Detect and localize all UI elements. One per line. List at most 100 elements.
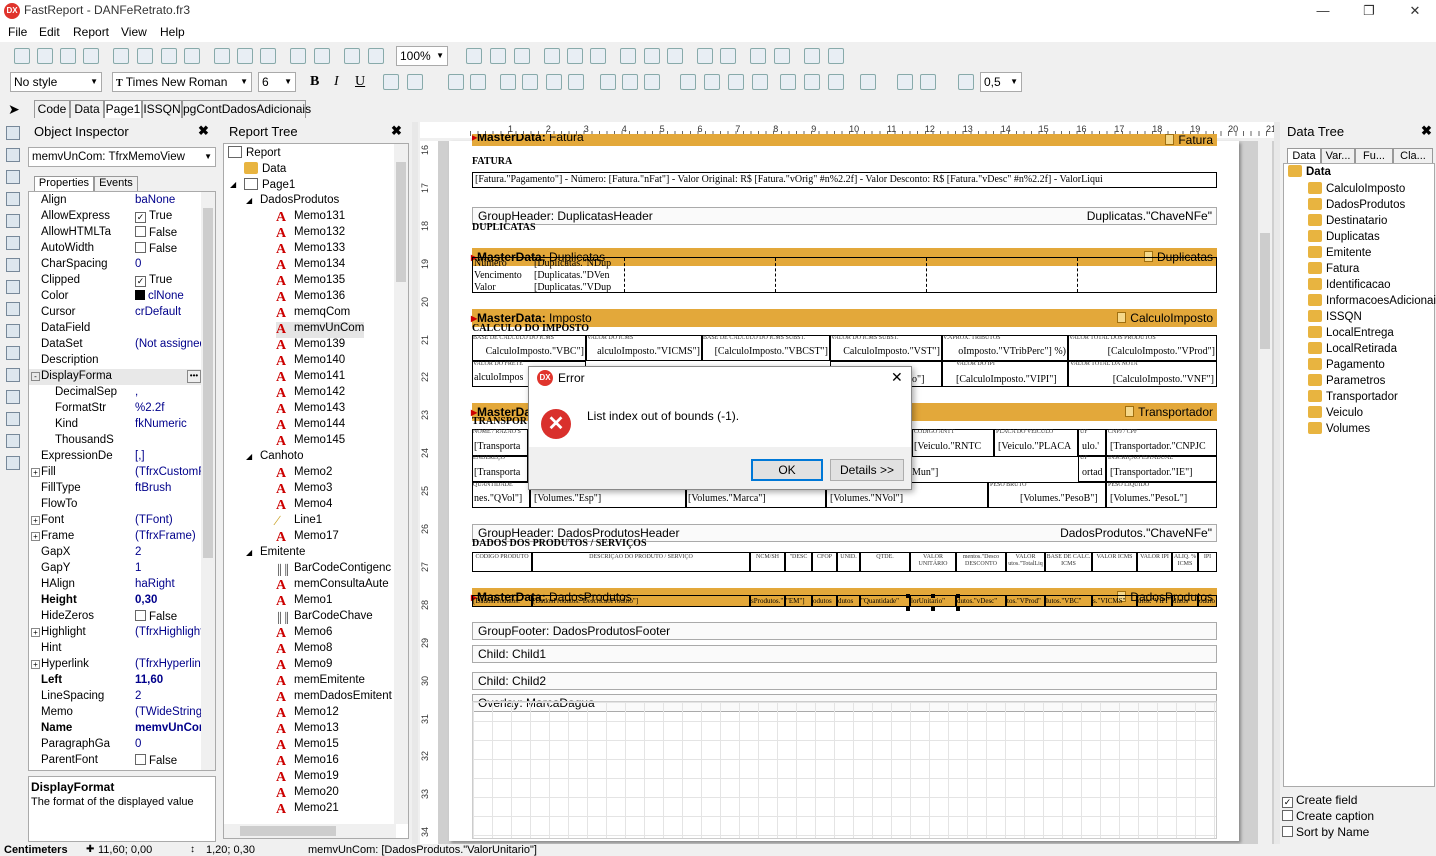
selection-handle[interactable] bbox=[906, 607, 910, 611]
splitter-right[interactable] bbox=[1274, 122, 1280, 844]
dataset-item[interactable]: Identificacao bbox=[1308, 278, 1391, 294]
transp-head[interactable]: PESO LÍQUIDO bbox=[1108, 482, 1216, 488]
produto-value[interactable]: "Quantidade" bbox=[861, 596, 909, 606]
dialog-close-icon[interactable]: ✕ bbox=[891, 369, 903, 386]
maximize-icon[interactable]: ❐ bbox=[1346, 0, 1392, 22]
tree-item[interactable]: AmemvUnCom bbox=[276, 322, 365, 338]
tree-item[interactable]: ◢ Canhoto bbox=[246, 450, 303, 466]
imposto-value[interactable]: CalculoImposto."VST"] bbox=[832, 346, 940, 357]
transp-value[interactable]: [Veiculo."RNTC bbox=[914, 441, 994, 452]
property-row[interactable]: Color clNone bbox=[29, 289, 215, 305]
tree-item[interactable]: A Memo15 bbox=[276, 738, 339, 754]
imposto-value[interactable]: alculoImposto."VICMS"] bbox=[588, 346, 700, 357]
tree-item[interactable]: A Memo4 bbox=[276, 498, 332, 514]
property-row[interactable]: + Frame (TfrxFrame) bbox=[29, 529, 215, 545]
ole-icon[interactable] bbox=[6, 390, 20, 404]
produto-head[interactable]: UNID. bbox=[838, 554, 859, 561]
close-window-icon[interactable]: ✕ bbox=[1392, 0, 1436, 22]
tab-properties[interactable]: Properties bbox=[34, 176, 94, 191]
property-row[interactable]: AllowHTMLTa False bbox=[29, 225, 215, 241]
property-value[interactable]: 0 bbox=[135, 258, 141, 270]
tree-item[interactable]: A Memo145 bbox=[276, 434, 345, 450]
collapse-icon[interactable]: ◢ bbox=[230, 180, 236, 189]
tree-item[interactable]: A Memo2 bbox=[276, 466, 332, 482]
dataset-item[interactable]: CalculoImposto bbox=[1308, 182, 1405, 198]
produto-head[interactable]: CÓDIGO PRODUTO bbox=[473, 554, 531, 561]
select-tool-icon[interactable]: ➤ bbox=[8, 101, 20, 118]
dataset-item[interactable]: Emitente bbox=[1308, 246, 1371, 262]
property-value[interactable]: 0 bbox=[135, 738, 141, 750]
checkbox-icon[interactable] bbox=[135, 242, 146, 253]
property-value[interactable]: 0,30 bbox=[135, 594, 157, 606]
property-value[interactable]: ftBrush bbox=[135, 482, 171, 494]
center-h-icon[interactable] bbox=[750, 48, 766, 64]
text-align-right-icon[interactable] bbox=[546, 74, 562, 90]
expand-icon[interactable]: + bbox=[31, 532, 40, 541]
dataset-item[interactable]: InformacoesAdicionais bbox=[1308, 294, 1436, 310]
selection-handle[interactable] bbox=[956, 594, 960, 598]
checkbox-icon[interactable]: ✓ bbox=[1282, 797, 1293, 808]
line-width-combo[interactable]: 0,5 ▼ bbox=[980, 72, 1022, 92]
valign-top-icon[interactable] bbox=[600, 74, 616, 90]
property-row[interactable]: FormatStr %2.2f bbox=[29, 401, 215, 417]
menu-help[interactable]: Help bbox=[160, 25, 185, 39]
transp-head[interactable]: PESO BRUTO bbox=[990, 482, 1070, 488]
imposto-head[interactable]: BASE DE CÁLCULO DO ICMS bbox=[473, 335, 585, 341]
property-row[interactable]: HAlign haRight bbox=[29, 577, 215, 593]
minimize-icon[interactable]: — bbox=[1300, 0, 1346, 22]
property-row[interactable]: FillType ftBrush bbox=[29, 481, 215, 497]
center-v-icon[interactable] bbox=[774, 48, 790, 64]
tree-item[interactable]: A Memo21 bbox=[276, 802, 339, 818]
tree-item[interactable]: ∕ Line1 bbox=[276, 514, 322, 530]
property-value[interactable]: (Not assigned) bbox=[135, 338, 210, 350]
property-row[interactable]: + Highlight (TfrxHighlight) bbox=[29, 625, 215, 641]
checkbox-icon[interactable]: ✓ bbox=[135, 276, 146, 287]
tree-item[interactable]: A Memo131 bbox=[276, 210, 345, 226]
tree-item[interactable]: Data bbox=[244, 162, 286, 178]
redo-icon[interactable] bbox=[314, 48, 330, 64]
imposto-value[interactable]: o"] bbox=[912, 374, 938, 385]
dataset-item[interactable]: LocalEntrega bbox=[1308, 326, 1394, 342]
property-value[interactable]: 1 bbox=[135, 562, 141, 574]
tab-page1[interactable]: Page1 bbox=[104, 100, 142, 118]
menu-edit[interactable]: Edit bbox=[39, 25, 60, 39]
produto-value[interactable]: dutos bbox=[1173, 596, 1197, 606]
checkbox-icon[interactable]: ✓ bbox=[135, 212, 146, 223]
property-row[interactable]: GapY 1 bbox=[29, 561, 215, 577]
dup-value[interactable]: [Duplicatas."DVen bbox=[534, 270, 620, 281]
fill-color-icon[interactable] bbox=[860, 74, 876, 90]
align-center-icon[interactable] bbox=[567, 48, 583, 64]
frame-left-icon[interactable] bbox=[728, 74, 744, 90]
hand-tool-icon[interactable] bbox=[6, 126, 20, 140]
imposto-head[interactable]: VALOR DO IPI bbox=[956, 361, 1066, 367]
tree-item[interactable]: AmemConsultaAute bbox=[276, 578, 389, 594]
tree-item[interactable]: AmemDadosEmitent bbox=[276, 690, 392, 706]
transp-value[interactable]: [Volumes."PesoB"] bbox=[1020, 493, 1104, 504]
menu-file[interactable]: File bbox=[8, 25, 27, 39]
tree-item[interactable]: A Memo19 bbox=[276, 770, 339, 786]
frame-color-icon[interactable] bbox=[897, 74, 913, 90]
tree-item[interactable]: ◢ Emitente bbox=[246, 546, 305, 562]
imposto-head[interactable]: VALOR TOTAL DA NOTA bbox=[1070, 361, 1210, 367]
produto-head[interactable]: CFOP bbox=[813, 554, 836, 561]
property-value[interactable]: fkNumeric bbox=[135, 418, 187, 430]
transp-head[interactable]: PLACA DO VEÍCULO bbox=[996, 429, 1076, 435]
data-tree-tab[interactable]: Data bbox=[1287, 148, 1321, 164]
rotate-icon[interactable] bbox=[470, 74, 486, 90]
produto-head[interactable]: IPI bbox=[1199, 554, 1216, 561]
splitter[interactable] bbox=[412, 122, 418, 844]
produto-value[interactable]: tos."VProd" bbox=[1007, 596, 1044, 606]
paste-icon[interactable] bbox=[260, 48, 276, 64]
tree-item[interactable]: AmemqCom bbox=[276, 306, 350, 322]
transp-value[interactable]: [Transporta bbox=[474, 441, 528, 452]
imposto-head[interactable]: VALOR DO ICMS SUBST. bbox=[831, 335, 941, 341]
tree-item[interactable]: ◢ DadosProdutos bbox=[246, 194, 339, 210]
dataset-item[interactable]: Fatura bbox=[1308, 262, 1359, 278]
checkbox-icon[interactable] bbox=[135, 226, 146, 237]
transp-head[interactable]: INSCRIÇÃO ESTADUAL bbox=[1108, 455, 1216, 461]
produto-head[interactable]: VALOR IPI bbox=[1138, 554, 1171, 561]
selection-handle[interactable] bbox=[931, 607, 935, 611]
transp-value[interactable]: [Transportador."CNPJC bbox=[1110, 441, 1214, 452]
space-v-icon[interactable] bbox=[720, 48, 736, 64]
menu-report[interactable]: Report bbox=[73, 25, 109, 39]
